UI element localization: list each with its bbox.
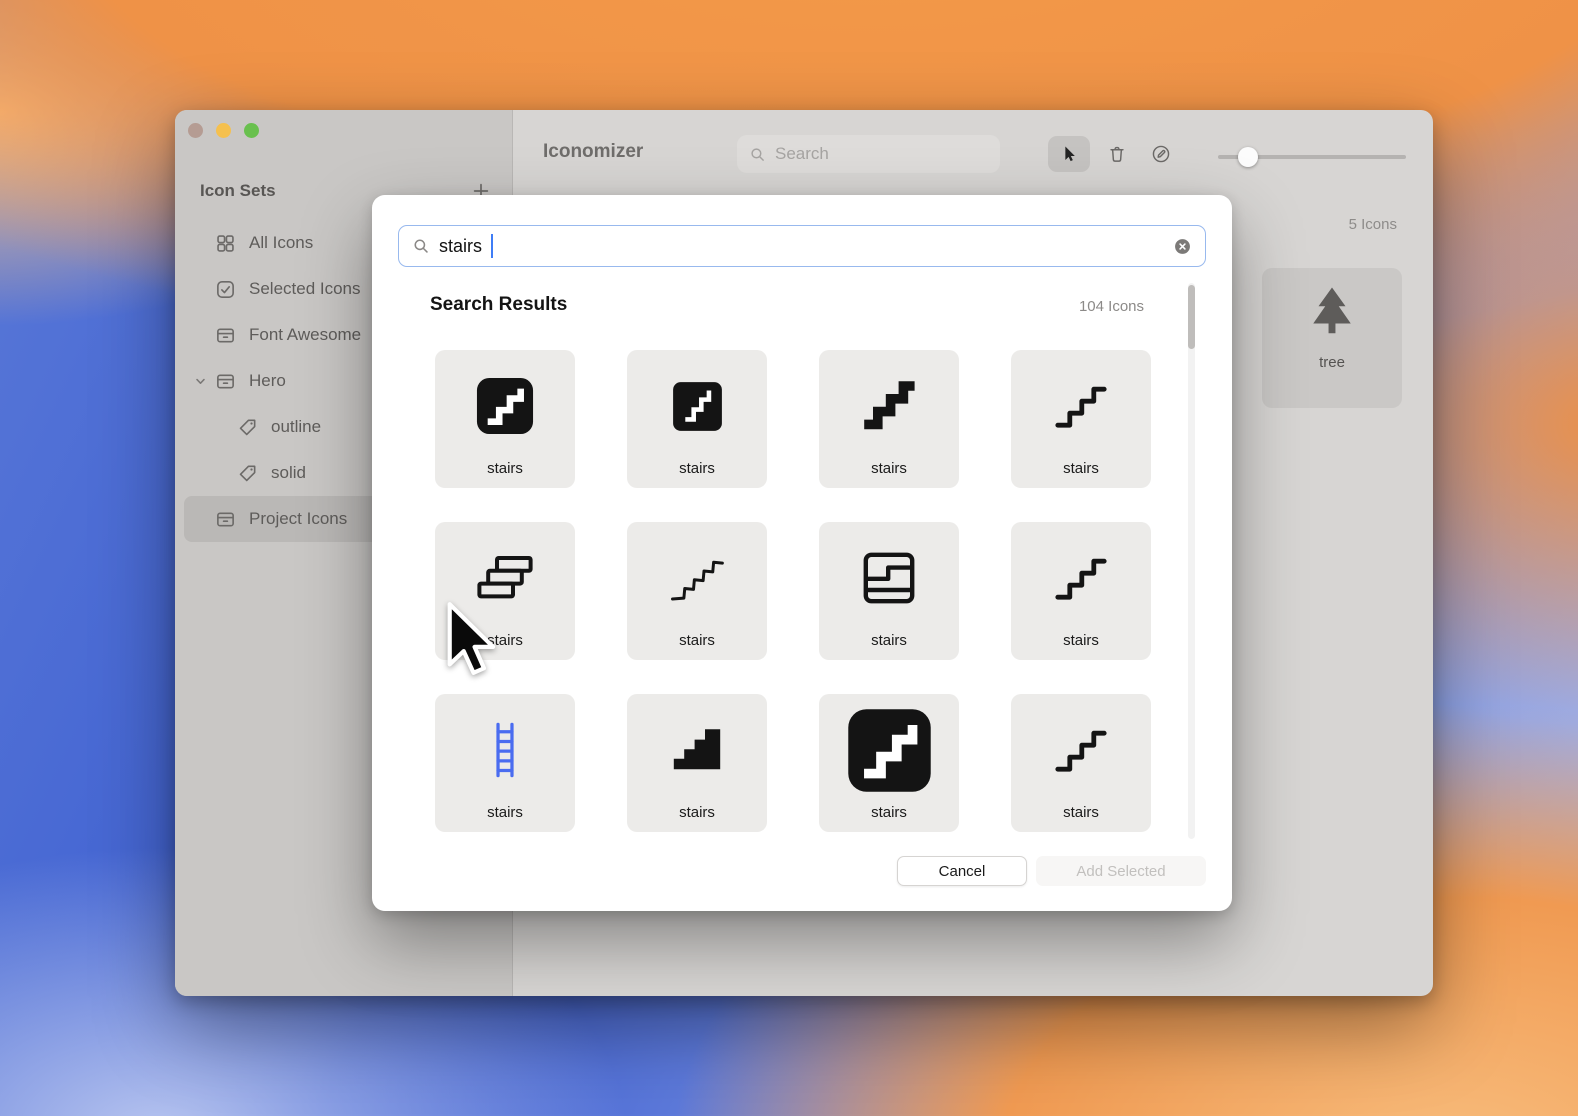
icon-result[interactable]: stairs — [627, 350, 767, 488]
stairs-steps-line-icon — [1049, 374, 1113, 438]
sidebar-item-label: Font Awesome — [249, 325, 362, 344]
search-icon — [412, 237, 430, 255]
icon-result[interactable]: stairs — [819, 350, 959, 488]
stairs-steps-line-icon — [1049, 546, 1113, 610]
annotate-button[interactable] — [1141, 136, 1181, 172]
collection-count: 5 Icons — [1348, 216, 1397, 233]
scrollbar-track[interactable] — [1188, 283, 1195, 839]
archive-box-icon — [215, 509, 236, 530]
close-button[interactable] — [188, 123, 203, 138]
tag-icon — [237, 463, 258, 484]
icon-result[interactable]: stairs — [819, 694, 959, 832]
delete-button[interactable] — [1097, 136, 1137, 172]
zoom-slider[interactable] — [1218, 146, 1406, 168]
window-title: Iconomizer — [543, 141, 644, 162]
scrollbar-thumb[interactable] — [1188, 285, 1195, 349]
stairs-zigzag-icon — [662, 543, 732, 613]
collection-icon-tree[interactable]: tree — [1262, 268, 1402, 408]
stairs-filled-icon — [665, 718, 729, 782]
icon-label: stairs — [1063, 460, 1099, 477]
trash-icon — [1107, 144, 1127, 164]
tree-icon — [1302, 283, 1362, 349]
sidebar-item-label: Hero — [249, 371, 286, 390]
chevron-down-icon[interactable] — [192, 373, 209, 390]
archive-box-icon — [215, 325, 236, 346]
stairs-square-solid-alt-icon — [667, 376, 728, 437]
mouse-cursor — [447, 602, 496, 675]
icon-label: stairs — [679, 460, 715, 477]
icon-result[interactable]: stairs — [627, 694, 767, 832]
add-selected-button[interactable]: Add Selected — [1036, 856, 1206, 886]
tag-icon — [237, 417, 258, 438]
icon-label: stairs — [1063, 632, 1099, 649]
icon-search-dialog: stairs Search Results 104 Icons stairs s… — [372, 195, 1232, 911]
icon-label: stairs — [871, 804, 907, 821]
icon-result[interactable]: stairs — [435, 350, 575, 488]
toolbar-search-field[interactable]: Search — [737, 135, 1000, 173]
stairs-square-solid-large-icon — [841, 702, 938, 799]
grid-icon — [215, 233, 236, 254]
icon-label: stairs — [1063, 804, 1099, 821]
icon-label: stairs — [487, 460, 523, 477]
results-count: 104 Icons — [1078, 298, 1144, 315]
clear-search-button[interactable] — [1173, 237, 1192, 256]
ladder-icon — [474, 719, 536, 781]
modal-search-input[interactable]: stairs — [398, 225, 1206, 267]
text-caret — [491, 234, 494, 258]
icon-result[interactable]: stairs — [1011, 522, 1151, 660]
results-header: Search Results — [430, 294, 568, 315]
zoom-slider-thumb[interactable] — [1238, 147, 1259, 167]
search-value: stairs — [439, 235, 483, 256]
cursor-icon — [1059, 144, 1079, 164]
toolbar-search-placeholder: Search — [775, 144, 829, 163]
cancel-button[interactable]: Cancel — [897, 856, 1027, 886]
zoom-button[interactable] — [244, 123, 259, 138]
sidebar-item-label: Selected Icons — [249, 279, 361, 298]
icon-label: stairs — [871, 460, 907, 477]
window-controls — [188, 123, 259, 138]
icon-label: tree — [1319, 354, 1345, 371]
icon-result[interactable]: stairs — [1011, 694, 1151, 832]
search-results-grid: stairs stairs stairs stairs stairs stair… — [435, 350, 1151, 832]
stairs-steps-line-icon — [1049, 718, 1113, 782]
icon-result[interactable]: stairs — [627, 522, 767, 660]
sidebar-item-label: solid — [271, 463, 306, 482]
archive-box-icon — [215, 371, 236, 392]
icon-result[interactable]: stairs — [435, 694, 575, 832]
sidebar-item-label: All Icons — [249, 233, 314, 252]
icon-result[interactable]: stairs — [819, 522, 959, 660]
icon-label: stairs — [679, 804, 715, 821]
icon-result[interactable]: stairs — [1011, 350, 1151, 488]
minimize-button[interactable] — [216, 123, 231, 138]
select-cursor-button[interactable] — [1048, 136, 1090, 172]
icon-label: stairs — [487, 804, 523, 821]
icon-label: stairs — [679, 632, 715, 649]
stairs-steps-bold-icon — [857, 374, 921, 438]
sidebar-item-label: Project Icons — [249, 509, 348, 528]
stairs-square-solid-icon — [472, 373, 538, 439]
icon-label: stairs — [871, 632, 907, 649]
sidebar-item-label: outline — [271, 417, 322, 436]
search-icon — [749, 146, 766, 163]
stairs-floorplan-icon — [857, 546, 921, 610]
checkbox-icon — [215, 279, 236, 300]
pencil-circle-icon — [1151, 144, 1171, 164]
